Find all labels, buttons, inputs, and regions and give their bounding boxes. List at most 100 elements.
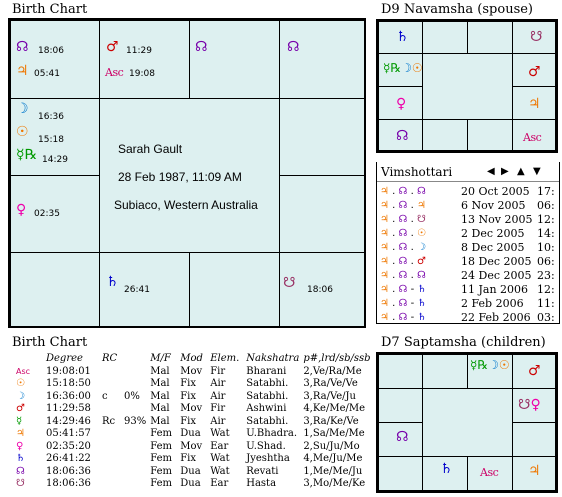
mf-cell: Mal xyxy=(150,415,170,427)
house-9[interactable] xyxy=(10,252,100,328)
rc-cell: c xyxy=(102,390,108,402)
house-2[interactable] xyxy=(189,20,280,99)
jupiter-icon: ♃ xyxy=(16,63,29,79)
elem-cell: Ear xyxy=(210,440,229,452)
elem-cell: Fir xyxy=(210,365,226,377)
elem-cell: Air xyxy=(210,390,226,402)
d7-house[interactable] xyxy=(378,354,423,389)
degree-cell: 18:06:36 xyxy=(46,465,91,477)
dasha-date: 11 Jan 2006 xyxy=(461,283,529,296)
pct-cell xyxy=(122,378,148,391)
vimshottari-list[interactable]: ♃ . ☊ . ☊ 20 Oct 2005 17: ♃ . ☊ . ♃ 6 No… xyxy=(377,185,559,323)
col-nakshatra: Nakshatra xyxy=(246,353,300,364)
next-arrow-icon[interactable]: ▶ xyxy=(501,166,509,177)
col-pct xyxy=(122,352,148,365)
mercury-moon-sun-icons: ☿℞☽☉ xyxy=(470,358,510,372)
dasha-date: 24 Dec 2005 xyxy=(461,269,532,282)
dasha-glyphs: ♃ . ☊ . ☊ xyxy=(380,186,426,197)
table-row[interactable]: ♃ 05:41:57 Fem Dua Wat U.Bhadra. 1,Sa/Me/Me xyxy=(14,428,373,441)
nakshatra-cell: Hasta xyxy=(246,478,277,490)
dasha-glyphs: ♃ . ☊ . ☋ xyxy=(380,214,426,225)
table-row[interactable]: ☋ 18:06:36 Fem Dua Ear Hasta 3,Mo/Me/Ke xyxy=(14,478,373,491)
degree-cell: 16:36:00 xyxy=(46,390,91,402)
prev-arrow-icon[interactable]: ◀ xyxy=(487,166,495,177)
house-12[interactable] xyxy=(10,20,100,99)
planet-glyph: ♀ xyxy=(16,440,24,452)
dasha-glyphs: ♃ . ☊ - ♄ xyxy=(380,312,427,323)
col-mod: Mod xyxy=(180,353,203,364)
mercury-icon: ☿℞ xyxy=(16,147,38,163)
native-name: Sarah Gault xyxy=(118,142,183,156)
planet-glyph: ♃ xyxy=(16,428,25,440)
table-row[interactable]: ♄ 26:41:22 Fem Fix Wat Jyeshtha 4,Me/Ju/Me xyxy=(14,453,373,466)
ketu-icon-h2: ☊ xyxy=(195,39,208,55)
up-arrow-icon[interactable]: ▲ xyxy=(517,166,525,177)
degree-cell: 26:41:22 xyxy=(46,453,91,465)
dasha-glyphs: ♃ . ☊ . ♃ xyxy=(380,200,426,211)
pct-cell xyxy=(122,453,148,466)
table-row[interactable]: ☊ 18:06:36 Fem Dua Wat Revati 1,Me/Me/Ju xyxy=(14,465,373,478)
d7-chart: ☿℞☽☉ ♂ ☋♀ ☊ ♄ Asc ♃ xyxy=(376,352,558,493)
d7-house[interactable] xyxy=(422,354,468,389)
saturn-icon: ♄ xyxy=(396,29,409,45)
d9-house[interactable] xyxy=(467,119,513,151)
nakshatra-cell: Jyeshtha xyxy=(246,453,290,465)
house-1[interactable] xyxy=(99,20,190,99)
col-degree: Degree xyxy=(46,353,83,364)
planet-glyph: ☽ xyxy=(16,390,25,402)
mf-cell: Fem xyxy=(150,453,173,465)
nakshatra-cell: Ashwini xyxy=(246,403,287,415)
ketu-icon: ☋ xyxy=(530,29,543,45)
saturn-icon: ♄ xyxy=(440,461,453,477)
house-5[interactable] xyxy=(279,175,366,253)
house-3[interactable] xyxy=(279,20,366,99)
table-row[interactable]: ☿ 14:29:46 Rc 93% Mal Fix Air Satabhi. 3,Ra/Ke/V… xyxy=(14,415,373,428)
dasha-time: 10: xyxy=(537,241,555,254)
pada-cell: 3,Ra/Ve/Ve xyxy=(303,378,358,390)
pada-cell: 3,Ra/Ke/Ve xyxy=(303,415,359,427)
degree-cell: 05:41:57 xyxy=(46,428,91,440)
d9-house[interactable] xyxy=(467,21,513,54)
d7-title: D7 Saptamsha (children) xyxy=(381,335,546,350)
d9-center xyxy=(422,53,513,120)
d7-house[interactable] xyxy=(378,456,423,491)
house-7[interactable] xyxy=(189,252,280,328)
birth-chart: ☊ 18:06 ♃ 05:41 ♂ 11:29 Asc 19:08 ☊ ☊ ☽ … xyxy=(8,18,366,328)
table-row[interactable]: ♂ 11:29:58 Mal Mov Fir Ashwini 4,Ke/Me/Me xyxy=(14,403,373,416)
d7-house[interactable] xyxy=(378,388,423,423)
ketu-degree: 18:06 xyxy=(307,285,333,295)
col-mf: M/F xyxy=(150,353,171,364)
d7-house[interactable] xyxy=(512,422,556,457)
planet-glyph: ♄ xyxy=(16,453,25,465)
jupiter-icon: ♃ xyxy=(528,463,541,479)
dasha-date: 8 Dec 2005 xyxy=(461,241,525,254)
down-arrow-icon[interactable]: ▼ xyxy=(533,166,541,177)
mod-cell: Fix xyxy=(180,378,197,390)
venus-icon: ♀ xyxy=(396,96,407,112)
birth-place: Subiaco, Western Australia xyxy=(114,198,258,212)
pct-cell xyxy=(122,478,148,491)
table-row[interactable]: ☉ 15:18:50 Mal Fix Air Satabhi. 3,Ra/Ve/Ve xyxy=(14,378,373,391)
birth-chart-title: Birth Chart xyxy=(12,2,88,17)
rahu-degree: 18:06 xyxy=(38,46,64,56)
house-4[interactable] xyxy=(279,98,366,176)
pada-cell: 2,Ve/Ra/Me xyxy=(303,365,362,377)
table-row[interactable]: Asc 19:08:01 Mal Mov Fir Bharani 2,Ve/Ra/Me xyxy=(14,365,373,378)
mf-cell: Mal xyxy=(150,378,170,390)
elem-cell: Air xyxy=(210,415,226,427)
saturn-degree: 26:41 xyxy=(124,285,150,295)
rahu-icon: ☊ xyxy=(396,128,409,144)
dasha-date: 2 Dec 2005 xyxy=(461,227,525,240)
d9-house[interactable] xyxy=(422,21,468,54)
rc-cell xyxy=(100,403,122,416)
rc-cell xyxy=(100,365,122,378)
d9-chart: ♄ ☋ ☿℞☽☉ ♂ ♀ ♃ ☊ Asc xyxy=(376,19,558,153)
mod-cell: Fix xyxy=(180,390,197,402)
table-row[interactable]: ☽ 16:36:00 c 0% Mal Fix Air Satabhi. 3,Ra/Ve/Ju xyxy=(14,390,373,403)
planet-glyph: ☋ xyxy=(16,478,25,490)
rc-cell xyxy=(100,428,122,441)
table-row[interactable]: ♀ 02:35:20 Fem Mov Ear U.Shad. 2,Su/Ju/Mo xyxy=(14,440,373,453)
mf-cell: Fem xyxy=(150,478,173,490)
d9-house[interactable] xyxy=(422,119,468,151)
dasha-glyphs: ♃ . ☊ - ♄ xyxy=(380,298,427,309)
